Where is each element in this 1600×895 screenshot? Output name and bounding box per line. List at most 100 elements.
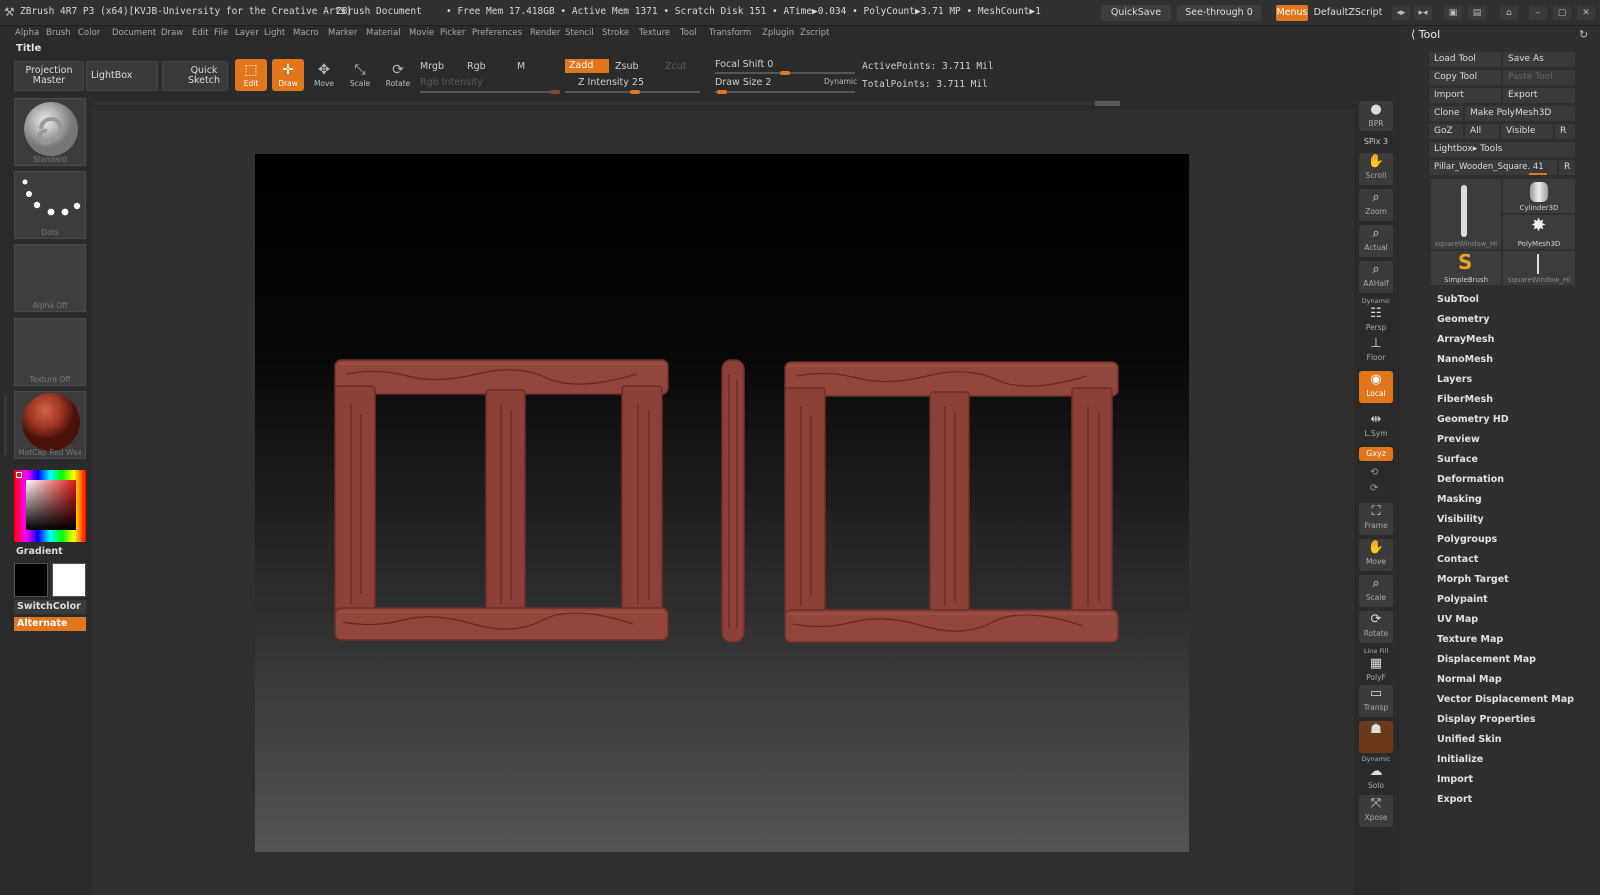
menu-draw[interactable]: Draw [161, 28, 183, 38]
menu-marker[interactable]: Marker [328, 28, 357, 38]
move-button[interactable]: ✥ Move [308, 59, 340, 91]
menu-preferences[interactable]: Preferences [472, 28, 522, 38]
gradient-label[interactable]: Gradient [16, 546, 63, 557]
import-button[interactable]: Import [1429, 88, 1501, 103]
section-texture-map[interactable]: Texture Map [1437, 634, 1503, 645]
move-view-button[interactable]: ✋ Move [1359, 539, 1393, 571]
color-picker[interactable] [14, 470, 86, 542]
clone-button[interactable]: Clone [1429, 106, 1463, 121]
rotate-y-icon[interactable]: ⟲ [1370, 467, 1378, 478]
color-saturation-square[interactable] [26, 480, 76, 530]
window-frames-model[interactable] [255, 154, 1189, 852]
mrgb-button[interactable]: Mrgb [420, 61, 444, 72]
section-preview[interactable]: Preview [1437, 434, 1480, 445]
section-normal-map[interactable]: Normal Map [1437, 674, 1502, 685]
stroke-thumbnail[interactable]: Dots [14, 171, 86, 239]
section-layers[interactable]: Layers [1437, 374, 1472, 385]
refresh-icon[interactable]: ↻ [1579, 28, 1588, 41]
section-displacement-map[interactable]: Displacement Map [1437, 654, 1536, 665]
tool-thumb-simplebrush[interactable]: S SimpleBrush [1431, 250, 1501, 285]
paste-tool-button[interactable]: Paste Tool [1503, 70, 1575, 85]
actual-button[interactable]: ⌕ Actual [1359, 225, 1393, 257]
minimize-icon[interactable]: – [1529, 6, 1547, 20]
document-viewport[interactable] [255, 154, 1189, 852]
tool-thumb-cylinder3d[interactable]: Cylinder3D [1503, 179, 1575, 213]
aahalf-button[interactable]: ⌕ AAHalf [1359, 261, 1393, 293]
ghost-button[interactable]: ☗ [1359, 721, 1393, 753]
draw-size-track[interactable] [715, 90, 855, 94]
tool-palette-title[interactable]: ⟨ Tool [1411, 28, 1440, 41]
menu-zscript[interactable]: Zscript [800, 28, 830, 38]
rgb-intensity-track[interactable] [420, 90, 560, 94]
z-intensity-slider[interactable]: Z Intensity 25 [578, 77, 644, 88]
close-icon[interactable]: ✕ [1577, 6, 1595, 20]
menu-stroke[interactable]: Stroke [602, 28, 629, 38]
menu-material[interactable]: Material [366, 28, 401, 38]
switchcolor-button[interactable]: SwitchColor [14, 600, 86, 614]
make-polymesh3d-button[interactable]: Make PolyMesh3D [1465, 106, 1575, 121]
xpose-button[interactable]: ⤧ Xpose [1359, 795, 1393, 827]
menus-button[interactable]: Menus [1276, 5, 1308, 21]
section-surface[interactable]: Surface [1437, 454, 1478, 465]
scroll-button[interactable]: ✋ Scroll [1359, 153, 1393, 185]
tool-thumb-polymesh3d[interactable]: ✸ PolyMesh3D [1503, 215, 1575, 249]
section-polypaint[interactable]: Polypaint [1437, 594, 1488, 605]
menu-color[interactable]: Color [78, 28, 100, 38]
section-deformation[interactable]: Deformation [1437, 474, 1504, 485]
section-masking[interactable]: Masking [1437, 494, 1482, 505]
menu-brush[interactable]: Brush [46, 28, 71, 38]
section-geometry-hd[interactable]: Geometry HD [1437, 414, 1509, 425]
rotate-z-icon[interactable]: ⟳ [1370, 483, 1378, 494]
section-morph-target[interactable]: Morph Target [1437, 574, 1509, 585]
menu-render[interactable]: Render [530, 28, 560, 38]
seethrough-slider[interactable]: See-through 0 [1177, 5, 1261, 21]
main-color-swatch[interactable] [52, 563, 86, 597]
section-unified-skin[interactable]: Unified Skin [1437, 734, 1502, 745]
section-nanomesh[interactable]: NanoMesh [1437, 354, 1493, 365]
visible-button[interactable]: Visible [1501, 124, 1553, 139]
alpha-thumbnail[interactable]: Alpha Off [14, 244, 86, 312]
menu-macro[interactable]: Macro [293, 28, 319, 38]
default-zscript-button[interactable]: DefaultZScript [1310, 5, 1386, 21]
menu-alpha[interactable]: Alpha [15, 28, 39, 38]
texture-thumbnail[interactable]: Texture Off [14, 318, 86, 386]
menu-document[interactable]: Document [112, 28, 156, 38]
lsym-button[interactable]: ⇹ L.Sym [1359, 411, 1393, 443]
floor-button[interactable]: ⊥ Floor [1359, 335, 1393, 367]
polyf-button[interactable]: Line Fill ▦ PolyF [1359, 647, 1393, 682]
menu-movie[interactable]: Movie [409, 28, 434, 38]
tool-thumb-squarewindow[interactable]: squareWindow_Hi [1431, 179, 1501, 249]
zoom-button[interactable]: ⌕ Zoom [1359, 189, 1393, 221]
menu-edit[interactable]: Edit [192, 28, 208, 38]
brush-thumbnail[interactable]: Standard [14, 98, 86, 166]
spix-slider[interactable]: SPix 3 [1358, 137, 1394, 146]
section-fibermesh[interactable]: FiberMesh [1437, 394, 1493, 405]
section-export[interactable]: Export [1437, 794, 1472, 805]
section-uv-map[interactable]: UV Map [1437, 614, 1478, 625]
quicksave-button[interactable]: QuickSave [1101, 5, 1171, 21]
layout-save-icon[interactable]: ▣ [1444, 6, 1462, 20]
menu-picker[interactable]: Picker [440, 28, 465, 38]
rgb-button[interactable]: Rgb [467, 61, 486, 72]
lightbox-tools-button[interactable]: Lightbox▸ Tools [1429, 142, 1575, 157]
rgb-intensity-slider[interactable]: Rgb Intensity [420, 77, 483, 88]
top-scroll-handle[interactable] [1095, 101, 1120, 106]
dynamic-button[interactable]: Dynamic [824, 77, 857, 86]
draw-button[interactable]: ✛ Draw [272, 59, 304, 91]
menu-file[interactable]: File [214, 28, 228, 38]
section-import[interactable]: Import [1437, 774, 1473, 785]
section-display-properties[interactable]: Display Properties [1437, 714, 1535, 725]
rotate-button[interactable]: ⟳ Rotate [382, 59, 414, 91]
menu-light[interactable]: Light [264, 28, 285, 38]
projection-master-button[interactable]: Projection Master [14, 61, 84, 91]
frame-button[interactable]: ⛶ Frame [1359, 503, 1393, 535]
solo-button[interactable]: Dynamic ☁ Solo [1359, 755, 1393, 790]
scale-view-button[interactable]: ⌕ Scale [1359, 575, 1393, 607]
draw-size-slider[interactable]: Draw Size 2 [715, 77, 771, 88]
export-button[interactable]: Export [1503, 88, 1575, 103]
edit-button[interactable]: ⬚ Edit [235, 59, 267, 91]
all-button[interactable]: All [1465, 124, 1499, 139]
layout-load-icon[interactable]: ▤ [1468, 6, 1486, 20]
menu-zplugin[interactable]: Zplugin [762, 28, 794, 38]
alternate-button[interactable]: Alternate [14, 617, 86, 631]
